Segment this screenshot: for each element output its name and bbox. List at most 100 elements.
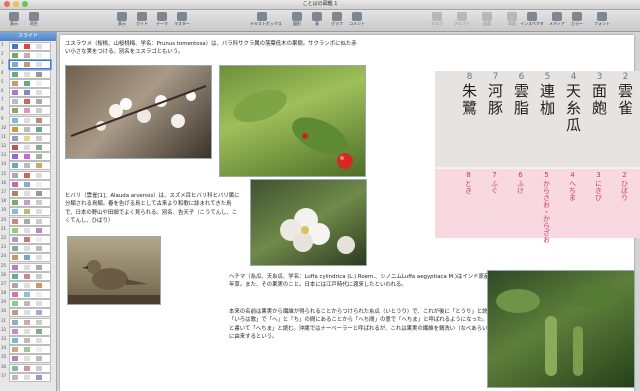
- toolbar-inspector-button[interactable]: インスペクタ: [520, 11, 544, 30]
- slide-thumbnail-row[interactable]: 1: [0, 41, 56, 51]
- slide-thumbnail-row[interactable]: 21: [0, 225, 56, 235]
- slide-thumbnail-row[interactable]: 25: [0, 262, 56, 272]
- slide-thumbnail-row[interactable]: 12: [0, 142, 56, 153]
- slide-thumbnail-row[interactable]: 24: [0, 252, 56, 263]
- slide-number: 28: [1, 290, 7, 296]
- toolbar-master-button[interactable]: マスター: [170, 11, 194, 30]
- quiz-column[interactable]: 7河豚: [483, 71, 508, 117]
- luffa-photo[interactable]: [487, 270, 635, 388]
- table-icon: [312, 12, 322, 21]
- kanji-quiz-panel: 19土筆1桜桃2雲雀3面皰4天糸瓜5連枷6雲脂7河豚8朱鷺 19つくし・つくしん…: [435, 71, 640, 243]
- thumbnail-block: [36, 319, 42, 325]
- slide-thumbnail-row[interactable]: 23: [0, 243, 56, 254]
- thumbnail-block: [24, 181, 30, 187]
- thumbnail-block: [12, 301, 18, 307]
- thumbnail-block: [36, 117, 42, 123]
- thumbnail-block: [36, 209, 42, 215]
- kanji-char: 天: [565, 82, 581, 100]
- quiz-column[interactable]: 6雲脂: [509, 71, 534, 117]
- yusuraume-text: ユスラウメ（桜桃、山桜桃梅、学名：Prunus tomentosa）は、バラ科サ…: [65, 41, 357, 56]
- thumbnail-block: [36, 181, 42, 187]
- thumbnail-block: [36, 282, 42, 288]
- slide-thumbnail-row[interactable]: 33: [0, 335, 56, 345]
- kanji-reading: にきび: [594, 180, 603, 201]
- slide-thumbnail-row[interactable]: 13: [0, 151, 56, 162]
- slide-number: 27: [1, 280, 7, 286]
- slide-page[interactable]: ユスラウメ（桜桃、山桜桃梅、学名：Prunus tomentosa）は、バラ科サ…: [60, 35, 640, 391]
- slide-thumbnail-row[interactable]: 17: [0, 188, 56, 198]
- thumbnail-block: [12, 89, 18, 95]
- slide-thumbnail-row[interactable]: 18: [0, 197, 56, 208]
- toolbar-color-button[interactable]: カラー: [565, 11, 589, 30]
- quiz-column[interactable]: 5連枷: [535, 71, 560, 117]
- thumbnail-block: [12, 347, 18, 353]
- thumbnail-block: [12, 246, 18, 252]
- slide-thumbnail-row[interactable]: 34: [0, 344, 56, 355]
- slide-thumbnail-row[interactable]: 14: [0, 160, 56, 171]
- font-icon: [597, 12, 607, 21]
- slide-thumbnail-row[interactable]: 9: [0, 115, 56, 125]
- slide-thumbnail-row[interactable]: 26: [0, 271, 56, 281]
- thumbnail-block: [12, 328, 18, 334]
- thumbnail-block: [24, 53, 30, 59]
- slide-thumbnail-row[interactable]: 36: [0, 363, 56, 373]
- thumbnail-block: [24, 145, 30, 151]
- slide-thumbnail-row[interactable]: 30: [0, 307, 56, 318]
- reading-number: 4: [570, 171, 575, 179]
- slide-thumbnail-row[interactable]: 15: [0, 170, 56, 180]
- quiz-column[interactable]: 4天糸瓜: [561, 71, 586, 134]
- thumbnail-block: [36, 255, 42, 261]
- slide-thumbnail-row[interactable]: 19: [0, 206, 56, 217]
- slide-thumbnail-row[interactable]: 6: [0, 87, 56, 97]
- slide-thumbnail-row[interactable]: 16: [0, 179, 56, 189]
- slide-thumbnail-row[interactable]: 3: [0, 59, 56, 70]
- slide-thumbnail-row[interactable]: 22: [0, 234, 56, 244]
- thumbnail-block: [12, 209, 18, 215]
- thumbnail-block: [24, 126, 30, 132]
- cherry-fruit-photo[interactable]: [219, 65, 366, 177]
- quiz-column[interactable]: 2雲雀: [613, 71, 638, 117]
- slide-thumbnail-row[interactable]: 2: [0, 50, 56, 61]
- slide-navigator[interactable]: スライド 1 2 3 4 5 6 7 8 9 10 11 12 13 14 15 16 17 18 19 20 21 22…: [0, 32, 57, 391]
- slide-thumbnail-row[interactable]: 4: [0, 69, 56, 79]
- slide-number: 37: [1, 372, 7, 378]
- toolbar-comment-button[interactable]: コメント: [345, 11, 369, 30]
- slide-thumbnail-row[interactable]: 29: [0, 298, 56, 309]
- thumbnail-block: [36, 62, 42, 68]
- kanji-char: 皰: [591, 99, 607, 117]
- slide-thumbnail-row[interactable]: 28: [0, 289, 56, 300]
- thumbnail-block: [12, 172, 18, 178]
- slide-thumbnail-row[interactable]: 5: [0, 78, 56, 88]
- slide-thumbnail-row[interactable]: 7: [0, 96, 56, 107]
- cherry-icon: [233, 89, 353, 169]
- slide-thumbnail-row[interactable]: 31: [0, 317, 56, 327]
- thumbnail-block: [24, 44, 30, 49]
- quiz-column[interactable]: 8朱鷺: [457, 71, 482, 117]
- slide-thumbnail-row[interactable]: 8: [0, 105, 56, 116]
- reading-column: 2 ひばり: [612, 170, 637, 201]
- white-flower-photo[interactable]: [250, 179, 367, 266]
- slide-thumbnail-row[interactable]: 37: [0, 372, 56, 382]
- slide-thumbnail-row[interactable]: 27: [0, 280, 56, 290]
- cherry-blossom-photo[interactable]: [65, 65, 212, 159]
- slide-number: 25: [1, 262, 7, 268]
- slide-thumbnail-row[interactable]: 35: [0, 353, 56, 364]
- toolbar-play-button[interactable]: 再生: [22, 11, 46, 30]
- slide-thumbnail[interactable]: [9, 372, 51, 382]
- toolbar-font-button[interactable]: フォント: [590, 11, 614, 30]
- thumbnail-block: [12, 338, 18, 343]
- slide-thumbnail-row[interactable]: 32: [0, 326, 56, 336]
- quiz-column[interactable]: 3面皰: [587, 71, 612, 117]
- slide-thumbnail-row[interactable]: 10: [0, 124, 56, 134]
- slide-thumbnail-row[interactable]: 20: [0, 216, 56, 226]
- blossom-icon: [70, 85, 207, 137]
- toolbar-front-button: 前面: [475, 11, 499, 30]
- toolbar-alpha-button: アルファ: [450, 11, 474, 30]
- thumbnail-block: [24, 89, 30, 95]
- slide-thumbnail-row[interactable]: 11: [0, 133, 56, 143]
- thumbnail-block: [24, 163, 30, 169]
- slide-number: 20: [1, 216, 7, 222]
- thumbnail-block: [12, 319, 18, 325]
- skylark-photo[interactable]: [67, 236, 161, 305]
- toolbar-textbox-button[interactable]: テキストボックス: [250, 11, 282, 30]
